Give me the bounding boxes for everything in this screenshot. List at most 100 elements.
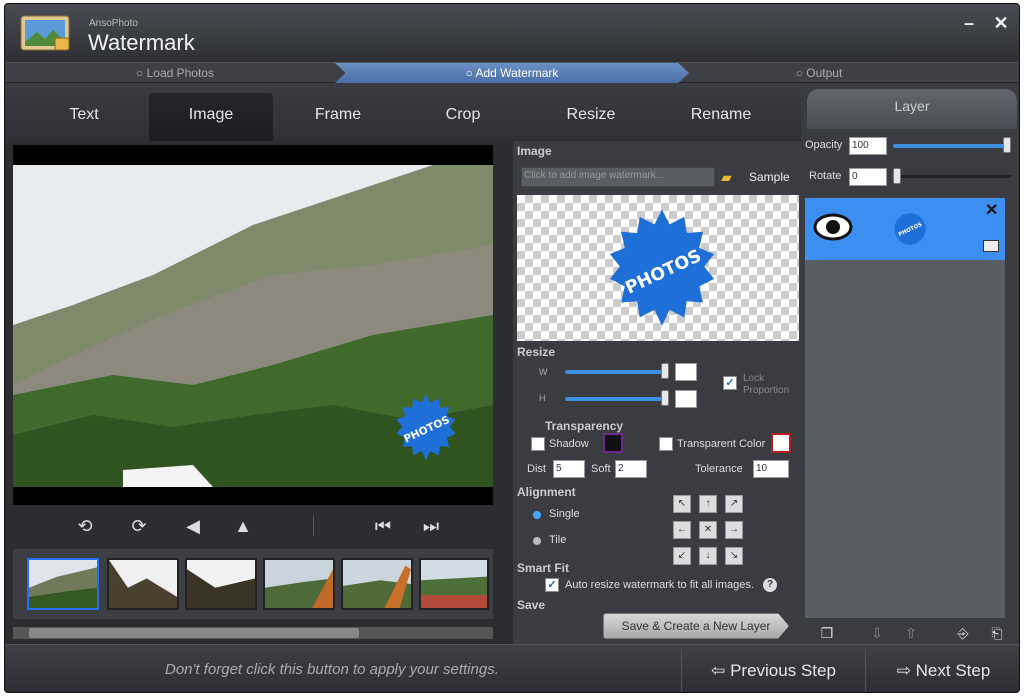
step-circle-icon: ○ [465,66,476,80]
align-top-icon[interactable]: ↑ [699,495,717,513]
tolerance-input[interactable]: 10 [753,460,789,478]
previous-image-icon[interactable]: ⏮ [371,514,395,538]
thumbnail-strip [13,549,493,619]
proportion-label: Proportion [743,385,790,396]
folder-icon[interactable]: ▰ [721,169,732,186]
next-step-label: Next Step [915,661,991,680]
layer-list [805,198,1005,618]
height-slider-knob[interactable] [661,390,669,406]
soft-input[interactable]: 2 [615,460,647,478]
align-top-right-icon[interactable]: ↗ [725,495,743,513]
height-input[interactable] [675,390,697,408]
auto-resize-label: Auto resize watermark to fit all images. [565,579,754,591]
image-preview[interactable]: PHOTOS [13,145,493,505]
next-image-icon[interactable]: ⏭ [419,514,443,538]
single-radio[interactable] [533,511,541,519]
align-bottom-right-icon[interactable]: ↘ [725,547,743,565]
width-slider[interactable] [565,370,665,374]
transparent-color-swatch[interactable] [771,433,791,453]
step-load-photos[interactable]: ○ Load Photos [15,63,335,83]
align-left-icon[interactable]: ← [673,521,691,539]
layer-tab[interactable]: Layer [807,89,1017,129]
move-layer-up-icon[interactable]: ⇧ [899,621,923,645]
width-input[interactable] [675,363,697,381]
app-title: Watermark [88,30,195,55]
toolbar-divider [313,516,314,536]
opacity-input[interactable]: 100 [849,137,887,155]
soft-label: Soft [591,463,611,475]
image-section-title: Image [517,144,552,158]
thumbnail[interactable] [107,558,179,610]
tab-image[interactable]: Image [149,93,273,141]
thumbnail[interactable] [419,558,489,610]
dist-input[interactable]: 5 [553,460,585,478]
save-section-title: Save [517,598,546,612]
lock-label: Lock [743,373,765,384]
delete-layer-icon[interactable]: ✕ [985,200,998,220]
tolerance-label: Tolerance [695,463,743,475]
rotate-label: Rotate [809,170,842,182]
transparent-color-checkbox[interactable] [659,437,673,451]
next-step-button[interactable]: ⇨ Next Step [865,649,1019,692]
preview-toolbar: ⟲ ⟳ ◀ ▲ ⏮ ⏭ [13,508,493,546]
shadow-checkbox[interactable] [531,437,545,451]
move-layer-down-icon[interactable]: ⇩ [865,621,889,645]
align-top-left-icon[interactable]: ↖ [673,495,691,513]
eye-icon[interactable] [813,212,853,242]
tile-radio[interactable] [533,537,541,545]
rotate-slider[interactable] [893,175,1011,178]
close-button[interactable]: ✕ [987,12,1015,34]
image-path-input[interactable]: Click to add image watermark... [521,167,715,187]
thumbnail-scrollbar[interactable] [13,627,493,639]
rotate-input[interactable]: 0 [849,168,887,186]
thumbnail[interactable] [263,558,335,610]
step-label: Add Watermark [475,66,559,80]
align-bottom-icon[interactable]: ↓ [699,547,717,565]
tab-crop[interactable]: Crop [403,93,523,141]
image-type-icon [983,240,999,252]
opacity-slider[interactable] [893,144,1011,148]
step-output[interactable]: ○ Output [689,63,949,83]
help-icon[interactable]: ? [763,578,777,592]
layer-panel: Layer Opacity 100 Rotate 0 PHOTOS ✕ ❐ ⇩ … [801,83,1019,645]
title-bar: AnsoPhoto Watermark – ✕ [5,4,1019,62]
step-circle-icon: ○ [795,66,807,80]
height-slider[interactable] [565,397,665,401]
arrow-left-icon: ⇦ [711,661,731,680]
app-logo-icon [20,15,70,51]
scrollbar-thumb[interactable] [29,628,359,638]
width-label: W [539,367,548,377]
rotate-left-icon[interactable]: ⟲ [73,514,97,538]
shadow-color-swatch[interactable] [603,433,623,453]
tab-rename[interactable]: Rename [657,93,785,141]
align-center-icon[interactable]: ✕ [699,521,717,539]
watermark-badge-icon[interactable]: PHOTOS [391,393,461,463]
flip-horizontal-icon[interactable]: ◀ [181,514,205,538]
lock-proportion-checkbox[interactable]: ✓ [723,376,737,390]
auto-resize-checkbox[interactable]: ✓ [545,578,559,592]
align-right-icon[interactable]: → [725,521,743,539]
tab-text[interactable]: Text [19,93,149,141]
new-layer-icon[interactable]: ❐ [815,621,839,645]
save-new-layer-button[interactable]: Save & Create a New Layer [603,613,789,639]
align-bottom-left-icon[interactable]: ↙ [673,547,691,565]
width-slider-knob[interactable] [661,363,669,379]
thumbnail[interactable] [341,558,413,610]
previous-step-button[interactable]: ⇦ Previous Step [681,649,865,692]
tab-resize[interactable]: Resize [525,93,657,141]
thumbnail[interactable] [27,558,99,610]
opacity-slider-knob[interactable] [1003,137,1011,153]
minimize-button[interactable]: – [955,12,983,34]
rotate-slider-knob[interactable] [893,168,901,184]
step-add-watermark[interactable]: ○ Add Watermark [335,63,689,83]
sample-button[interactable]: Sample [749,170,790,184]
rotate-right-icon[interactable]: ⟳ [127,514,151,538]
flip-vertical-icon[interactable]: ▲ [231,514,255,538]
thumbnail[interactable] [185,558,257,610]
layer-item[interactable]: PHOTOS ✕ [805,198,1005,260]
import-layer-icon[interactable]: ⎆ [951,621,975,645]
tab-frame[interactable]: Frame [273,93,403,141]
resize-section-title: Resize [517,345,556,359]
export-layer-icon[interactable]: ⎗ [985,621,1009,645]
step-progress-bar: ○ Load Photos ○ Add Watermark ○ Output [5,62,1019,83]
